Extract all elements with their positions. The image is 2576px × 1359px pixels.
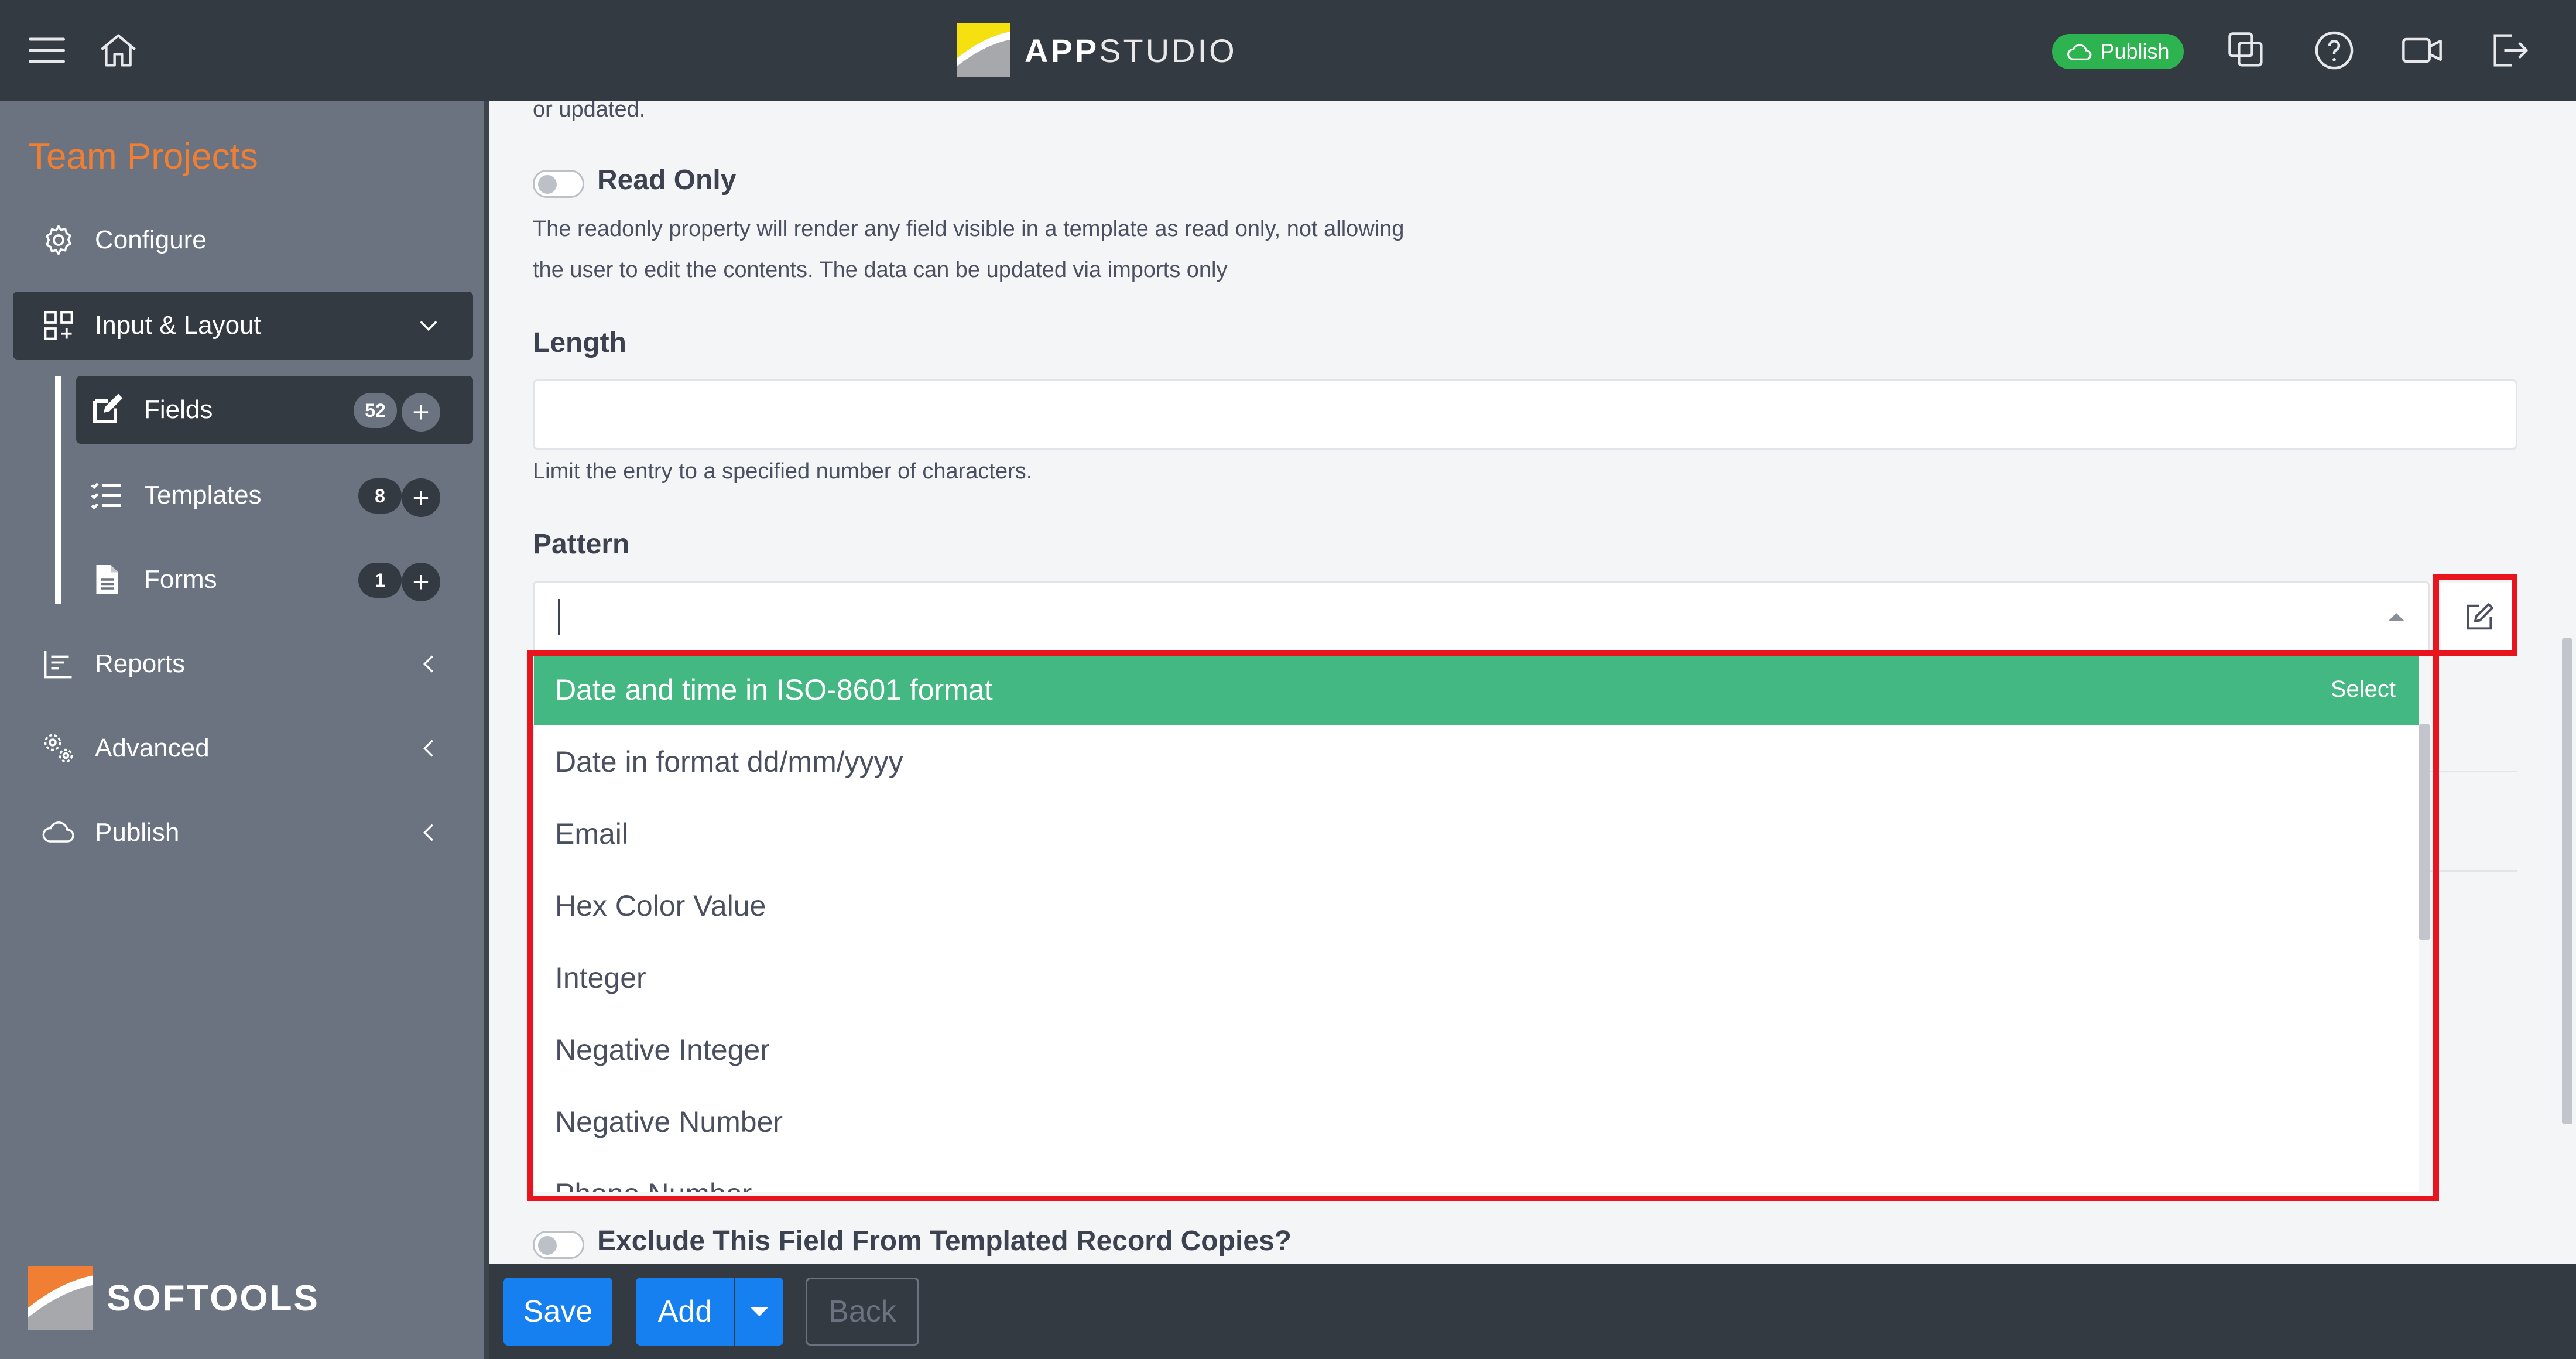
copy-icon[interactable] bbox=[2223, 27, 2270, 74]
add-field-button[interactable]: + bbox=[402, 393, 440, 432]
highlight-box-edit bbox=[2433, 574, 2517, 656]
sidebar-item-label: Reports bbox=[95, 649, 186, 678]
chevron-left-icon bbox=[423, 655, 433, 673]
sidebar-item-label: Templates bbox=[144, 481, 262, 509]
sidebar-item-label: Forms bbox=[144, 565, 217, 594]
sidebar-item-templates[interactable]: Templates 8 + bbox=[76, 461, 473, 529]
add-form-button[interactable]: + bbox=[402, 563, 440, 601]
submenu-rail bbox=[55, 376, 61, 604]
length-help-text: Limit the entry to a specified number of… bbox=[533, 459, 1033, 484]
sidebar-item-label: Input & Layout bbox=[95, 311, 261, 340]
highlight-box-options bbox=[527, 650, 2439, 1201]
sidebar-item-label: Configure bbox=[95, 225, 207, 254]
sidebar-item-label: Advanced bbox=[95, 734, 210, 762]
layout-icon bbox=[41, 308, 76, 343]
length-input[interactable] bbox=[533, 379, 2517, 450]
fields-count-badge: 52 bbox=[354, 393, 397, 428]
add-template-button[interactable]: + bbox=[402, 478, 440, 517]
page-scrollbar-thumb[interactable] bbox=[2562, 638, 2572, 1124]
chart-icon bbox=[41, 646, 76, 682]
cloud-icon bbox=[2067, 44, 2092, 60]
hamburger-menu-icon[interactable] bbox=[23, 27, 70, 74]
forms-count-badge: 1 bbox=[358, 563, 402, 598]
document-icon bbox=[89, 562, 124, 597]
sidebar-item-label: Fields bbox=[144, 395, 213, 424]
logout-icon[interactable] bbox=[2486, 27, 2533, 74]
read-only-label: Read Only bbox=[597, 165, 737, 196]
chevron-left-icon bbox=[423, 824, 433, 841]
sidebar-item-publish[interactable]: Publish bbox=[13, 799, 473, 867]
sidebar-item-forms[interactable]: Forms 1 + bbox=[76, 546, 473, 614]
project-title: Team Projects bbox=[28, 136, 258, 177]
pattern-label: Pattern bbox=[533, 529, 630, 560]
read-only-description-line2: the user to edit the contents. The data … bbox=[533, 258, 1228, 282]
exclude-copies-label: Exclude This Field From Templated Record… bbox=[597, 1226, 1292, 1257]
caret-up-icon bbox=[2388, 613, 2404, 621]
app-logo: APPSTUDIO bbox=[957, 23, 1237, 77]
sidebar-item-configure[interactable]: Configure bbox=[13, 206, 473, 274]
brand-name: APPSTUDIO bbox=[1025, 32, 1237, 69]
text-cursor bbox=[558, 599, 560, 635]
video-icon[interactable] bbox=[2399, 27, 2445, 74]
top-bar: APPSTUDIO Publish bbox=[0, 0, 2576, 101]
sidebar-item-fields[interactable]: Fields 52 + bbox=[76, 376, 473, 444]
help-icon[interactable] bbox=[2311, 27, 2358, 74]
length-label: Length bbox=[533, 327, 626, 358]
action-bar: Save Add Back bbox=[489, 1264, 2576, 1359]
exclude-copies-toggle[interactable] bbox=[533, 1231, 584, 1259]
sidebar-divider bbox=[484, 101, 489, 1359]
edit-icon bbox=[89, 392, 124, 427]
read-only-description-line1: The readonly property will render any fi… bbox=[533, 217, 1405, 241]
softools-logo-icon bbox=[28, 1266, 93, 1330]
sidebar: Team Projects Configure Input & Layout F… bbox=[0, 101, 488, 1359]
back-button: Back bbox=[806, 1278, 919, 1346]
pattern-select[interactable] bbox=[533, 581, 2430, 653]
chevron-left-icon bbox=[423, 740, 433, 757]
add-dropdown-toggle[interactable] bbox=[735, 1278, 783, 1346]
sidebar-item-reports[interactable]: Reports bbox=[13, 630, 473, 698]
chevron-down-icon bbox=[420, 321, 437, 331]
publish-label: Publish bbox=[2100, 39, 2170, 63]
caret-down-icon bbox=[750, 1307, 769, 1316]
softools-logo: SOFTOOLS bbox=[28, 1266, 320, 1330]
checklist-icon bbox=[89, 478, 124, 513]
sidebar-item-input-layout[interactable]: Input & Layout bbox=[13, 292, 473, 360]
publish-button[interactable]: Publish bbox=[2052, 34, 2184, 69]
gear-icon bbox=[41, 222, 76, 258]
sidebar-item-label: Publish bbox=[95, 818, 180, 847]
gears-icon bbox=[41, 731, 76, 766]
add-button[interactable]: Add bbox=[636, 1278, 734, 1346]
read-only-toggle[interactable] bbox=[533, 170, 584, 198]
home-icon[interactable] bbox=[95, 27, 142, 74]
softools-brand-text: SOFTOOLS bbox=[107, 1278, 320, 1319]
cloud-icon bbox=[41, 815, 76, 850]
templates-count-badge: 8 bbox=[358, 478, 402, 514]
save-button[interactable]: Save bbox=[503, 1278, 612, 1346]
truncated-description: or updated. bbox=[533, 101, 646, 122]
sidebar-item-advanced[interactable]: Advanced bbox=[13, 714, 473, 782]
appstudio-logo-icon bbox=[957, 23, 1010, 77]
